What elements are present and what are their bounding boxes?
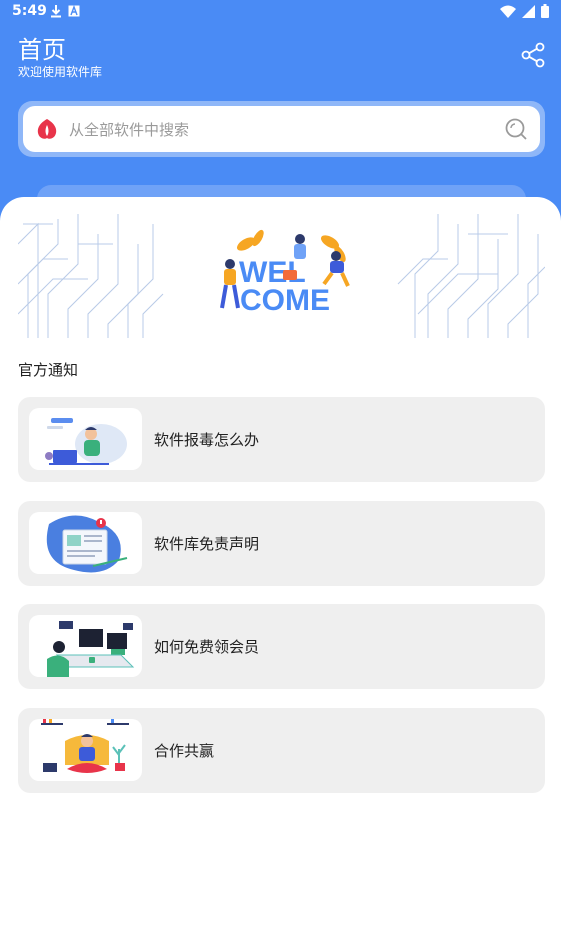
notice-label: 软件库免责声明 [154,535,260,553]
section-title: 官方通知 [18,361,79,379]
page-subtitle: 欢迎使用软件库 [18,65,103,79]
notice-label: 如何免费领会员 [154,638,260,656]
download-icon [51,5,61,18]
welcome-banner[interactable]: WEL COME [18,214,545,338]
notice-card[interactable]: 合作共赢 [18,708,545,793]
share-button[interactable] [518,40,548,70]
meditating-person-illustration [29,719,142,781]
battery-icon [541,4,549,18]
status-time: 5:49 [12,3,47,19]
welcome-illustration: WEL COME [18,214,545,338]
notice-label: 合作共赢 [154,742,215,760]
status-right-icons [500,4,549,18]
wifi-icon [500,5,516,18]
notice-card[interactable]: 如何免费领会员 [18,604,545,689]
notice-label: 软件报毒怎么办 [154,431,260,449]
document-board-illustration [29,512,142,574]
person-at-monitors-illustration [29,615,142,677]
search-placeholder[interactable]: 从全部软件中搜索 [69,119,189,140]
app-logo-icon [36,117,58,141]
status-left-icons [50,4,80,18]
search-icon[interactable] [504,117,528,141]
banner-text-come: COME [240,284,330,317]
status-bar: 5:49 [0,0,561,24]
notice-card[interactable]: 软件库免责声明 [18,501,545,586]
a-icon [68,5,80,17]
share-icon [521,42,545,68]
page-title: 首页 [18,36,66,64]
person-at-laptop-illustration [29,408,142,470]
signal-icon [522,4,535,18]
notice-card[interactable]: 软件报毒怎么办 [18,397,545,482]
